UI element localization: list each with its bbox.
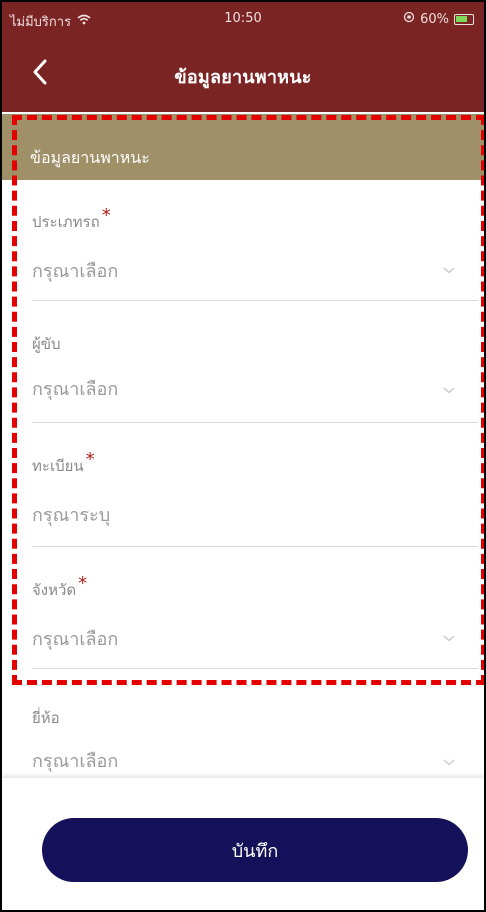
- required-marker: *: [78, 573, 88, 594]
- driver-label: ผู้ขับ: [32, 332, 478, 356]
- vehicle-type-field[interactable]: ประเภทรถ * กรุณาเลือก: [32, 205, 478, 302]
- driver-field[interactable]: ผู้ขับ กรุณาเลือก: [32, 332, 478, 424]
- brand-label-text: ยี่ห้อ: [32, 709, 60, 727]
- chevron-down-icon: [442, 630, 456, 644]
- vehicle-type-select[interactable]: กรุณาเลือก: [32, 256, 478, 285]
- field-divider: [32, 546, 478, 547]
- brand-select[interactable]: กรุณาเลือก: [32, 746, 478, 775]
- chevron-down-icon: [442, 754, 456, 768]
- vehicle-type-label: ประเภทรถ *: [32, 205, 478, 234]
- orientation-lock-icon: [403, 11, 415, 27]
- field-divider: [32, 668, 478, 669]
- province-select[interactable]: กรุณาเลือก: [32, 624, 478, 653]
- page-title: ข้อมูลยานพาหนะ: [174, 67, 312, 88]
- registration-label-text: ทะเบียน: [32, 457, 84, 475]
- brand-label: ยี่ห้อ: [32, 706, 478, 730]
- status-bar: ไม่มีบริการ 10:50 60%: [2, 2, 484, 36]
- registration-input[interactable]: กรุณาระบุ: [32, 500, 478, 529]
- required-marker: *: [101, 205, 111, 226]
- province-field[interactable]: จังหวัด * กรุณาเลือก: [32, 573, 478, 670]
- chevron-down-icon: [442, 262, 456, 276]
- brand-field[interactable]: ยี่ห้อ กรุณาเลือก: [32, 706, 478, 776]
- registration-field[interactable]: ทะเบียน * กรุณาระบุ: [32, 449, 478, 547]
- driver-label-text: ผู้ขับ: [32, 335, 61, 353]
- registration-label: ทะเบียน *: [32, 449, 478, 478]
- vehicle-type-label-text: ประเภทรถ: [32, 213, 100, 231]
- chevron-down-icon: [442, 382, 456, 396]
- field-divider: [32, 422, 478, 423]
- battery-percent: 60%: [420, 11, 449, 27]
- save-button[interactable]: บันทึก: [42, 818, 468, 882]
- bottom-action-bar: บันทึก: [2, 778, 484, 910]
- required-marker: *: [85, 449, 95, 470]
- field-divider: [32, 300, 478, 301]
- battery-icon: [454, 13, 474, 25]
- status-right: 60%: [403, 11, 474, 27]
- province-label: จังหวัด *: [32, 573, 478, 602]
- section-header: ข้อมูลยานพาหนะ: [2, 114, 484, 180]
- nav-bar: ข้อมูลยานพาหนะ: [2, 36, 484, 112]
- driver-select[interactable]: กรุณาเลือก: [32, 374, 478, 403]
- app-frame: ไม่มีบริการ 10:50 60% ข้อมูลยานพาหนะ ข้อ…: [0, 0, 486, 912]
- province-label-text: จังหวัด: [32, 581, 77, 599]
